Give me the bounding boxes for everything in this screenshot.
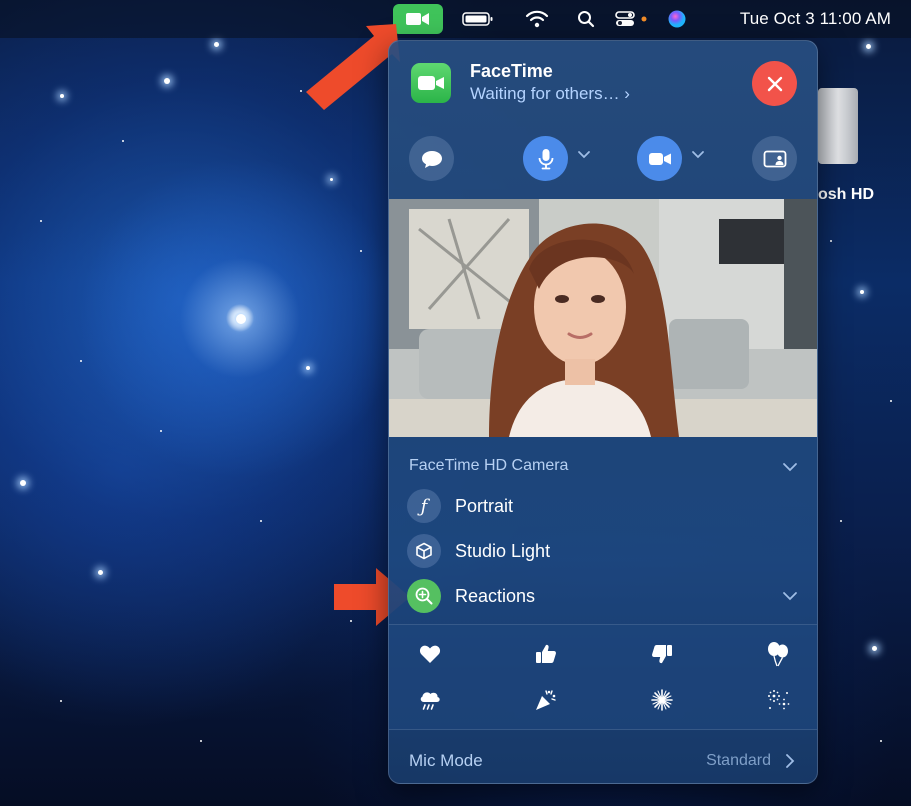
- star: [80, 360, 82, 362]
- balloons-reaction-button[interactable]: [761, 637, 795, 671]
- star: [330, 178, 333, 181]
- facetime-panel: FaceTime Waiting for others… › FaceTime …: [388, 40, 818, 784]
- star: [890, 400, 892, 402]
- rain-icon: [420, 692, 440, 710]
- camera-icon: [648, 152, 671, 165]
- star: [20, 480, 26, 486]
- menu-bar: Tue Oct 3 11:00 AM: [0, 0, 911, 38]
- reactions-chevron-icon[interactable]: [782, 591, 798, 601]
- menu-bar-clock[interactable]: Tue Oct 3 11:00 AM: [740, 0, 891, 38]
- star: [40, 220, 42, 222]
- messages-button[interactable]: [409, 136, 454, 181]
- star: [306, 366, 310, 370]
- studio-light-icon: [407, 534, 441, 568]
- star: [880, 740, 882, 742]
- microphone-icon: [538, 148, 553, 169]
- star: [830, 240, 832, 242]
- star: [260, 520, 262, 522]
- screen-share-icon: [763, 150, 786, 167]
- messages-icon: [421, 150, 442, 168]
- star: [60, 700, 62, 702]
- star: [122, 140, 124, 142]
- balloons-icon: [768, 642, 788, 667]
- reactions-effect-button[interactable]: Reactions: [407, 579, 535, 613]
- star: [840, 520, 842, 522]
- star: [200, 740, 202, 742]
- confetti-reaction-button[interactable]: [529, 683, 563, 717]
- microphone-options-chevron-icon[interactable]: [577, 150, 591, 160]
- microphone-button[interactable]: [523, 136, 568, 181]
- thumbs-up-icon: [536, 644, 556, 663]
- mic-mode-chevron-icon[interactable]: [785, 753, 795, 769]
- reactions-icon: [407, 579, 441, 613]
- camera-button[interactable]: [637, 136, 682, 181]
- facetime-title: FaceTime: [470, 61, 553, 81]
- star: [872, 646, 877, 651]
- reactions-tray: [389, 624, 817, 730]
- laser-show-icon: [768, 690, 790, 710]
- confetti-icon: [536, 690, 556, 710]
- camera-section-label: FaceTime HD Camera: [409, 457, 569, 474]
- call-status-link[interactable]: Waiting for others… ›: [470, 84, 630, 104]
- siri-icon[interactable]: [664, 0, 690, 38]
- camera-section-chevron-icon[interactable]: [782, 462, 798, 472]
- star: [164, 78, 170, 84]
- self-view-video: [389, 199, 817, 437]
- fireworks-icon: [651, 689, 673, 711]
- camera-preview: [389, 199, 817, 437]
- star: [236, 314, 246, 324]
- rain-reaction-button[interactable]: [413, 683, 447, 717]
- end-call-button[interactable]: [752, 61, 797, 106]
- star: [214, 42, 219, 47]
- screen-share-button[interactable]: [752, 136, 797, 181]
- spotlight-icon[interactable]: [574, 0, 598, 38]
- star: [60, 94, 64, 98]
- mic-mode-label: Mic Mode: [409, 751, 483, 770]
- portrait-icon: ƒ: [407, 489, 441, 523]
- facetime-app-icon: [411, 63, 451, 103]
- wifi-icon[interactable]: [522, 0, 552, 38]
- thumbs-down-reaction-button[interactable]: [645, 637, 679, 671]
- control-center-icon[interactable]: [612, 0, 652, 38]
- thumbs-down-icon: [652, 645, 672, 664]
- heart-icon: [419, 645, 441, 663]
- portrait-effect-button[interactable]: ƒ Portrait: [407, 489, 513, 523]
- studio-light-effect-button[interactable]: Studio Light: [407, 534, 550, 568]
- battery-icon[interactable]: [460, 0, 496, 38]
- star: [98, 570, 103, 575]
- fireworks-reaction-button[interactable]: [645, 683, 679, 717]
- close-icon: [767, 76, 782, 91]
- hard-disk-label: osh HD: [818, 186, 874, 203]
- camera-options-chevron-icon[interactable]: [691, 150, 705, 160]
- thumbs-up-reaction-button[interactable]: [529, 637, 563, 671]
- star: [860, 290, 864, 294]
- star: [866, 44, 871, 49]
- reactions-label: Reactions: [455, 585, 536, 606]
- heart-reaction-button[interactable]: [413, 637, 447, 671]
- hard-disk-icon[interactable]: [818, 88, 858, 164]
- portrait-label: Portrait: [455, 495, 514, 516]
- studio-light-label: Studio Light: [455, 540, 551, 561]
- laser-show-reaction-button[interactable]: [761, 683, 795, 717]
- mic-mode-value[interactable]: Standard: [706, 752, 771, 770]
- star: [160, 430, 162, 432]
- star: [360, 250, 362, 252]
